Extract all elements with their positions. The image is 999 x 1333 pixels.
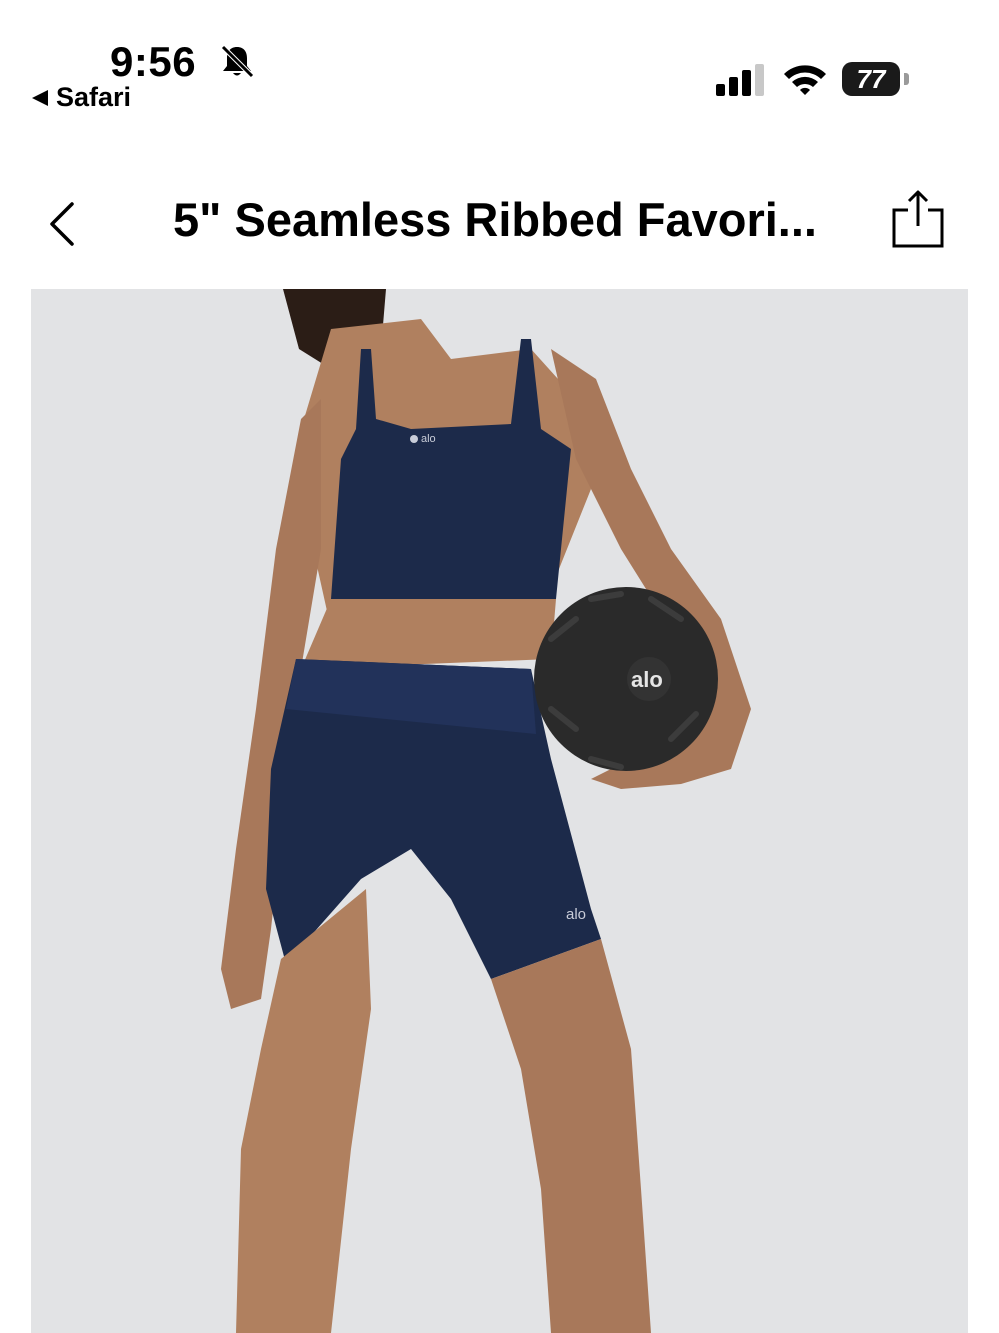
back-to-safari[interactable]: Safari [32,82,131,113]
shorts-logo-text: alo [566,906,586,923]
battery-cap [904,73,909,85]
brand-dot [410,435,418,443]
page-title: 5" Seamless Ribbed Favori... [173,193,817,246]
top-logo-text: alo [421,433,436,445]
product-image[interactable]: alo alo alo [31,289,968,1333]
wifi-icon [784,65,826,95]
status-time: 9:56 [110,38,197,85]
back-app-label: Safari [56,82,132,112]
medicine-ball [534,587,718,771]
share-icon[interactable] [890,188,946,250]
battery-icon: 77 [842,62,900,96]
back-triangle-icon [32,89,48,106]
bell-slash-icon [221,45,254,78]
chevron-left-icon[interactable] [44,200,80,248]
ball-logo-text: alo [631,667,663,692]
product-illustration: alo alo alo [31,289,968,1333]
product-detail-screen: 9:56 Safari 77 5" Seamless Ribbed Favori… [0,0,999,1333]
cellular-signal-icon [716,64,764,96]
